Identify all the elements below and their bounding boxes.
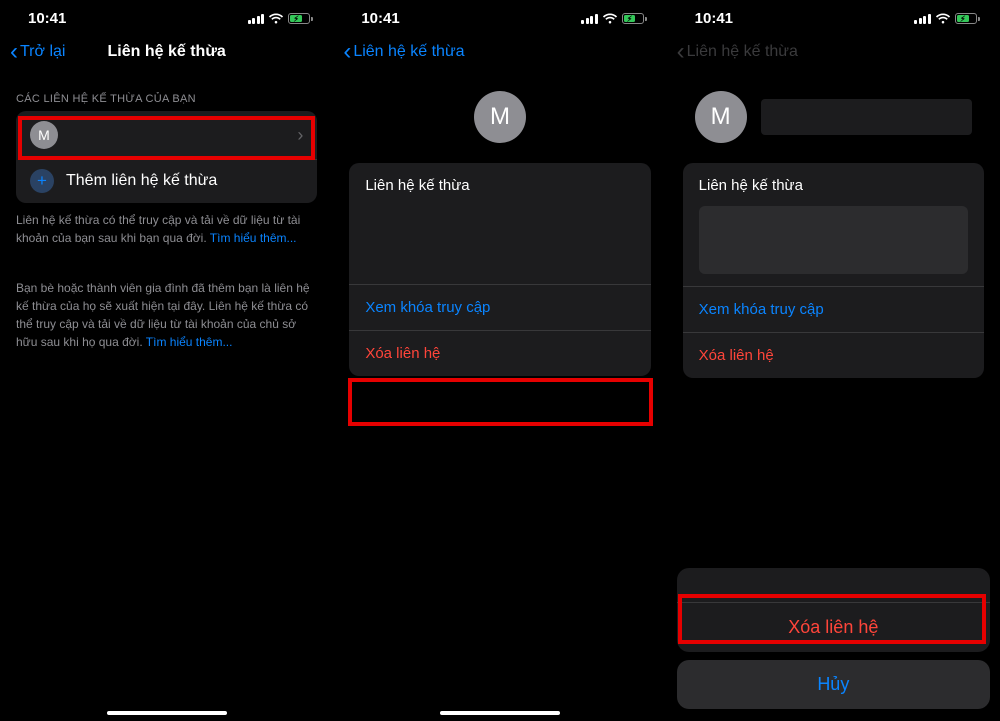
status-bar: 10:41 ⚡︎ [333, 0, 666, 31]
back-button: ‹ Liên hệ kế thừa [677, 40, 798, 64]
cell-group: M › + Thêm liên hệ kế thừa [16, 111, 317, 203]
screen-2-contact-detail: 10:41 ⚡︎ ‹ Liên hệ kế thừa M Liên hệ kế … [333, 0, 666, 721]
footer-text-2: Bạn bè hoặc thành viên gia đình đã thêm … [0, 271, 333, 351]
status-time: 10:41 [28, 10, 66, 27]
avatar: M [695, 91, 747, 143]
detail-group: Liên hệ kế thừa Xem khóa truy cập Xóa li… [683, 163, 984, 378]
footer-text-1: Liên hệ kế thừa có thể truy cập và tải v… [0, 203, 333, 247]
nav-bar: ‹ Liên hệ kế thừa [333, 31, 666, 73]
delete-contact-button[interactable]: Xóa liên hệ [683, 332, 984, 378]
view-access-key-button[interactable]: Xem khóa truy cập [349, 284, 650, 330]
card-body [349, 194, 650, 284]
wifi-icon [935, 13, 951, 25]
back-button[interactable]: ‹ Liên hệ kế thừa [343, 40, 464, 64]
plus-icon: + [30, 169, 54, 193]
learn-more-link[interactable]: Tìm hiểu thêm... [146, 335, 233, 349]
back-label: Liên hệ kế thừa [687, 43, 798, 61]
status-icons: ⚡︎ [248, 13, 314, 25]
action-sheet: Xóa liên hệ Hủy [677, 568, 990, 709]
action-sheet-message [677, 568, 990, 602]
legacy-contacts-section: CÁC LIÊN HỆ KẾ THỪA CỦA BẠN M › + Thêm l… [0, 93, 333, 351]
action-sheet-group: Xóa liên hệ [677, 568, 990, 652]
legacy-contact-row[interactable]: M › [16, 111, 317, 159]
status-time: 10:41 [361, 10, 399, 27]
back-button[interactable]: ‹ Trở lại [10, 40, 65, 64]
back-label: Trở lại [20, 43, 65, 61]
learn-more-link[interactable]: Tìm hiểu thêm... [210, 231, 297, 245]
avatar: M [30, 121, 58, 149]
wifi-icon [602, 13, 618, 25]
chevron-left-icon: ‹ [677, 40, 685, 64]
chevron-right-icon: › [297, 125, 303, 146]
nav-bar: ‹ Liên hệ kế thừa [667, 31, 1000, 73]
battery-icon: ⚡︎ [288, 13, 313, 24]
delete-contact-button[interactable]: Xóa liên hệ [349, 330, 650, 376]
contact-name-redacted [761, 99, 972, 135]
status-bar: 10:41 ⚡︎ [0, 0, 333, 31]
detail-group: Liên hệ kế thừa Xem khóa truy cập Xóa li… [349, 163, 650, 376]
status-time: 10:41 [695, 10, 733, 27]
section-header: CÁC LIÊN HỆ KẾ THỪA CỦA BẠN [0, 93, 333, 111]
status-icons: ⚡︎ [914, 13, 980, 25]
page-title: Liên hệ kế thừa [108, 43, 226, 61]
add-label: Thêm liên hệ kế thừa [66, 172, 217, 190]
wifi-icon [268, 13, 284, 25]
screen-3-confirm-delete: 10:41 ⚡︎ ‹ Liên hệ kế thừa M Liên hệ kế … [667, 0, 1000, 721]
home-indicator[interactable] [107, 711, 227, 715]
status-bar: 10:41 ⚡︎ [667, 0, 1000, 31]
card-title: Liên hệ kế thừa [683, 163, 984, 200]
screen-1-legacy-contacts-list: 10:41 ⚡︎ ‹ Trở lại Liên hệ kế thừa CÁC L… [0, 0, 333, 721]
action-sheet-cancel-button[interactable]: Hủy [677, 660, 990, 709]
chevron-left-icon: ‹ [10, 40, 18, 64]
card-title: Liên hệ kế thừa [349, 163, 650, 194]
battery-icon: ⚡︎ [622, 13, 647, 24]
contact-header: M [333, 73, 666, 163]
nav-bar: ‹ Trở lại Liên hệ kế thừa [0, 31, 333, 73]
cellular-signal-icon [248, 14, 265, 24]
home-indicator[interactable] [440, 711, 560, 715]
view-access-key-button[interactable]: Xem khóa truy cập [683, 286, 984, 332]
card-body-wrap [683, 206, 984, 286]
battery-icon: ⚡︎ [955, 13, 980, 24]
contact-header: M [667, 73, 1000, 163]
avatar: M [474, 91, 526, 143]
cellular-signal-icon [914, 14, 931, 24]
cellular-signal-icon [581, 14, 598, 24]
action-sheet-delete-button[interactable]: Xóa liên hệ [677, 602, 990, 652]
back-label: Liên hệ kế thừa [353, 43, 464, 61]
chevron-left-icon: ‹ [343, 40, 351, 64]
status-icons: ⚡︎ [581, 13, 647, 25]
card-body-box [699, 206, 968, 274]
add-legacy-contact-row[interactable]: + Thêm liên hệ kế thừa [16, 159, 317, 203]
